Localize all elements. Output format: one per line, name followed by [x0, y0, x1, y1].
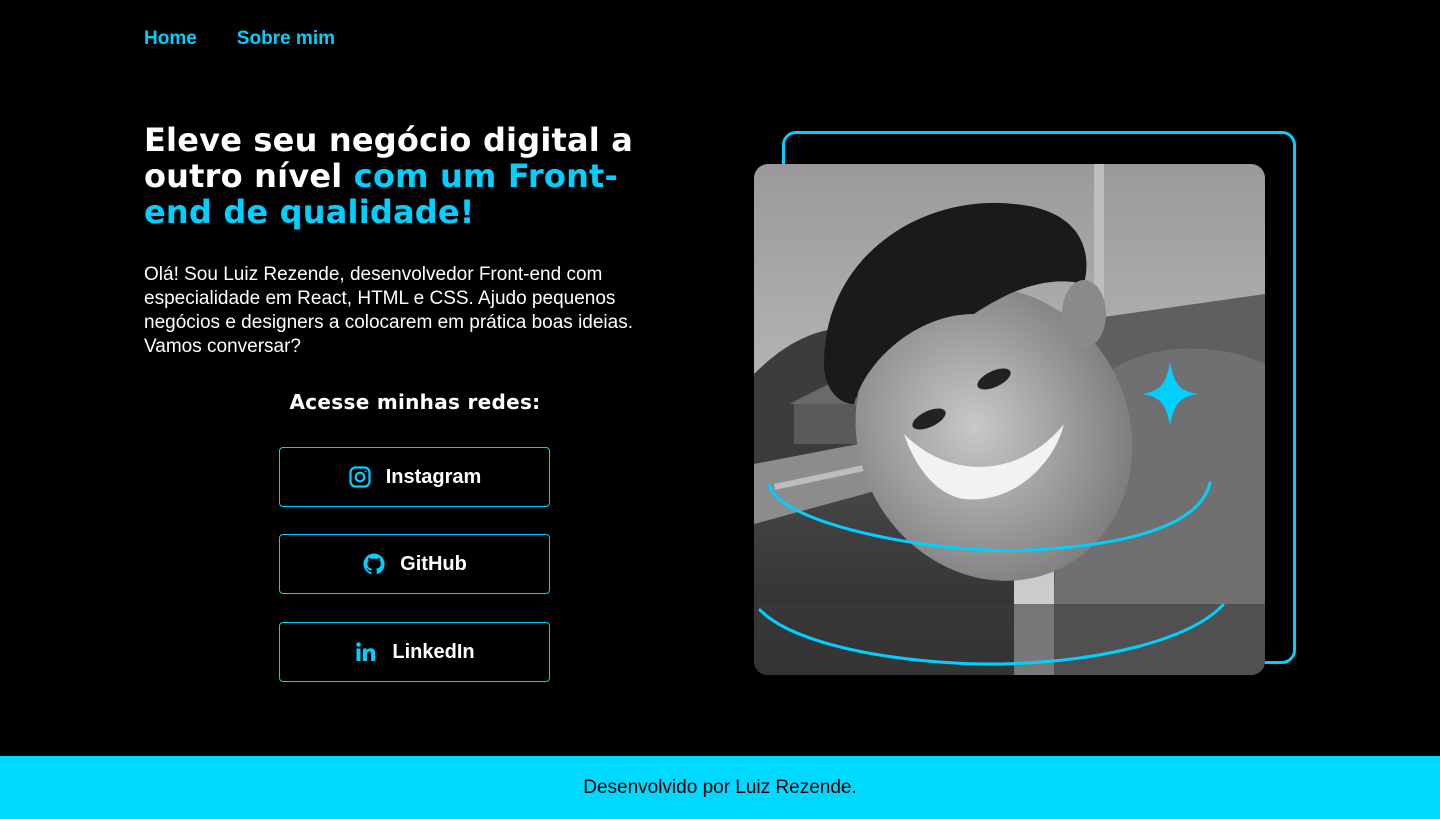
profile-photo — [754, 164, 1265, 675]
linkedin-button[interactable]: LinkedIn — [279, 622, 550, 682]
hero-headline: Eleve seu negócio digital a outro nível … — [144, 122, 684, 230]
hero-intro: Olá! Sou Luiz Rezende, desenvolvedor Fro… — [144, 264, 633, 357]
footer-text: Desenvolvido por Luiz Rezende. — [583, 776, 857, 798]
github-button[interactable]: GitHub — [279, 534, 550, 594]
linkedin-label: LinkedIn — [392, 640, 475, 663]
instagram-icon — [348, 465, 372, 489]
linkedin-icon — [354, 640, 378, 664]
instagram-label: Instagram — [385, 465, 482, 488]
github-icon — [362, 552, 386, 576]
top-nav: Home Sobre mim — [144, 27, 335, 51]
footer: Desenvolvido por Luiz Rezende. — [0, 756, 1440, 819]
nav-link-sobre-mim[interactable]: Sobre mim — [237, 27, 335, 51]
github-label: GitHub — [400, 552, 467, 575]
nav-link-home[interactable]: Home — [144, 27, 197, 51]
instagram-button[interactable]: Instagram — [279, 447, 550, 507]
social-heading: Acesse minhas redes: — [289, 390, 541, 414]
